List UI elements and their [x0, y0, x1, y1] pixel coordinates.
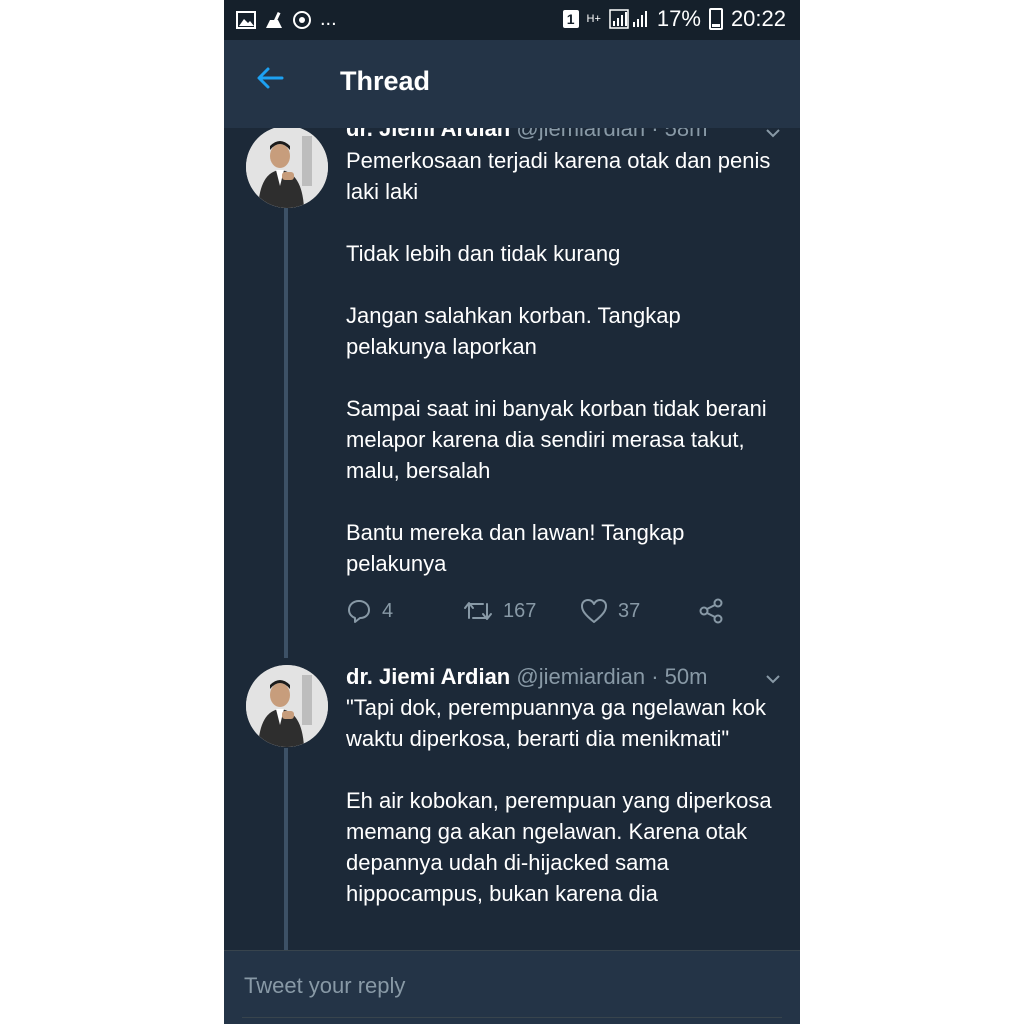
- like-count: 37: [618, 599, 641, 622]
- sync-icon: [293, 10, 311, 29]
- author-name[interactable]: dr. Jiemi Ardian: [346, 664, 510, 689]
- retweet-button[interactable]: 167: [463, 598, 580, 624]
- author-handle[interactable]: @jiemiardian: [516, 664, 645, 689]
- tweet[interactable]: dr. Jiemi Ardian @jiemiardian · 58m Peme…: [224, 128, 800, 658]
- retweet-icon: [464, 602, 492, 620]
- tweet-time: · 58m: [651, 128, 708, 141]
- phone-screen: ... 1 H+ 17% 20:22 Thread dr. Jiemi Ardi…: [224, 0, 800, 1024]
- avatar-photo: [246, 128, 328, 208]
- share-icon: [699, 598, 723, 624]
- avatar[interactable]: [246, 128, 328, 208]
- tweet[interactable]: dr. Jiemi Ardian @jiemiardian · 50m "Tap…: [224, 658, 800, 950]
- status-bar: ... 1 H+ 17% 20:22: [224, 0, 800, 40]
- sim-badge: 1: [562, 10, 579, 28]
- retweet-count: 167: [503, 599, 537, 622]
- heart-icon: [581, 599, 607, 623]
- tweet-header: dr. Jiemi Ardian @jiemiardian · 58m: [346, 128, 707, 142]
- tweet-text: "Tapi dok, perempuannya ga ngelawan kok …: [346, 695, 772, 906]
- arrow-left-icon: [257, 67, 284, 89]
- reply-input[interactable]: [244, 973, 664, 999]
- chevron-down-icon: [766, 675, 780, 684]
- thread-feed[interactable]: dr. Jiemi Ardian @jiemiardian · 58m Peme…: [224, 128, 800, 950]
- tweet-actions: 4 167 37: [346, 598, 725, 624]
- network-type: H+: [586, 12, 601, 25]
- avatar-photo: [246, 665, 328, 747]
- author-handle[interactable]: @jiemiardian: [516, 128, 645, 141]
- reply-count: 4: [382, 599, 394, 622]
- tweet-time: · 50m: [651, 664, 708, 689]
- image-icon: [236, 10, 256, 29]
- tweet-menu-button[interactable]: [764, 670, 782, 694]
- page-title: Thread: [340, 66, 431, 96]
- signal-icon: [609, 9, 647, 29]
- battery-percent: 17%: [656, 6, 701, 31]
- cleaner-icon: [266, 11, 282, 28]
- reply-composer: [224, 950, 800, 1024]
- app-header: Thread: [224, 40, 800, 128]
- tweet-text: Pemerkosaan terjadi karena otak dan peni…: [346, 148, 771, 576]
- reply-button[interactable]: 4: [346, 598, 463, 624]
- avatar[interactable]: [246, 665, 328, 747]
- back-button[interactable]: [254, 62, 290, 98]
- status-left: ...: [236, 8, 337, 31]
- author-name[interactable]: dr. Jiemi Ardian: [346, 128, 510, 141]
- chevron-down-icon: [766, 129, 780, 138]
- reply-underline: [242, 1017, 782, 1018]
- clock: 20:22: [730, 6, 786, 31]
- thread-connector: [284, 748, 288, 950]
- more-dots: ...: [320, 8, 337, 30]
- share-button[interactable]: [697, 598, 725, 624]
- reply-icon: [348, 600, 370, 623]
- thread-connector: [284, 208, 288, 658]
- tweet-header: dr. Jiemi Ardian @jiemiardian · 50m: [346, 664, 707, 690]
- status-right: 1 H+ 17% 20:22: [562, 6, 786, 32]
- battery-icon: [708, 8, 723, 30]
- like-button[interactable]: 37: [580, 598, 697, 624]
